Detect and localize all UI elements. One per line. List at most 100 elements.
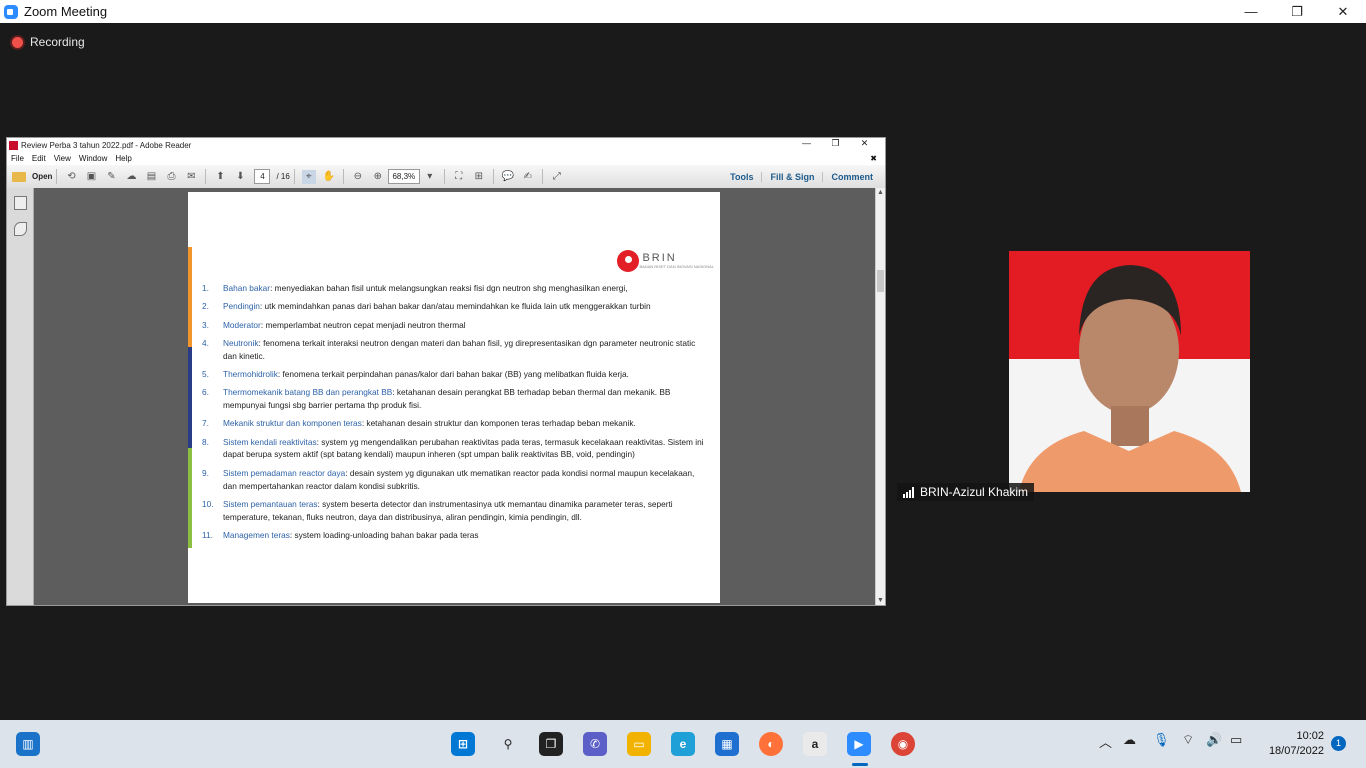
print-icon[interactable]: ⎙	[164, 170, 178, 184]
microphone-icon[interactable]: 🎙	[1153, 732, 1170, 748]
edge-icon[interactable]: e	[671, 732, 695, 756]
list-item-number: 1.	[202, 283, 209, 293]
adobe-minimize-button[interactable]: —	[792, 138, 821, 149]
participant-video[interactable]	[1009, 251, 1250, 492]
document-viewport[interactable]: BRIN BADAN RISET DAN INOVASI NASIONAL 1.…	[34, 188, 878, 605]
list-item-term: Mekanik struktur dan komponen teras	[223, 418, 362, 429]
zoom-in-icon[interactable]: ⊕	[371, 170, 385, 184]
page-thumbnails-icon[interactable]	[14, 196, 27, 210]
list-item-body: Sistem pemadaman reactor daya: desain sy…	[223, 467, 710, 493]
wifi-icon[interactable]: ⌔	[1182, 732, 1194, 748]
pdf-icon	[9, 140, 18, 150]
list-item-body: Sistem pemantauan teras: system beserta …	[223, 498, 710, 524]
open-button[interactable]: Open	[12, 171, 52, 182]
select-tool-icon[interactable]: ⌖	[301, 169, 316, 184]
zoom-app-icon[interactable]: ▶	[847, 732, 871, 756]
list-item: 7. Mekanik struktur dan komponen teras: k…	[202, 417, 710, 430]
attachments-icon[interactable]	[14, 222, 27, 236]
close-button[interactable]: ✕	[1320, 0, 1366, 23]
list-item-body: Pendingin: utk memindahkan panas dari ba…	[223, 300, 651, 313]
fill-sign-pane-button[interactable]: Fill & Sign	[761, 171, 822, 182]
list-item-number: 7.	[202, 418, 209, 429]
menu-view[interactable]: View	[54, 154, 71, 163]
zoom-level-select[interactable]: 68,3%	[387, 169, 420, 184]
firefox-icon[interactable]: ◐	[759, 732, 783, 756]
tools-pane-button[interactable]: Tools	[722, 172, 761, 182]
toolbar-divider	[293, 169, 295, 184]
export-pdf-icon[interactable]: ▣	[84, 170, 98, 184]
minimize-button[interactable]: —	[1228, 0, 1274, 23]
list-item-body: Mekanik struktur dan komponen teras: ket…	[223, 417, 636, 430]
list-item-number: 5.	[202, 368, 209, 379]
system-clock[interactable]: 10:02 18/07/2022	[1262, 729, 1324, 759]
create-pdf-icon[interactable]: ⟲	[64, 170, 78, 184]
adobe-restore-button[interactable]: ❐	[821, 138, 850, 149]
cloud-icon[interactable]: ☁	[124, 170, 138, 184]
menu-help[interactable]: Help	[115, 154, 131, 163]
vertical-scrollbar[interactable]: ▲ ▼	[875, 188, 885, 605]
list-item-body: Managemen teras: system loading-unloadin…	[223, 529, 479, 542]
brin-logo: BRIN BADAN RISET DAN INOVASI NASIONAL	[617, 250, 714, 272]
file-explorer-icon[interactable]: ▭	[627, 732, 651, 756]
toolbar-divider	[541, 169, 543, 184]
amazon-icon[interactable]: a	[803, 732, 827, 756]
list-item: 3. Moderator: memperlambat neutron cepat …	[202, 319, 710, 332]
list-item: 11. Managemen teras: system loading-unloa…	[202, 529, 710, 542]
menu-window[interactable]: Window	[79, 154, 107, 163]
zoom-logo-icon	[4, 4, 18, 19]
hand-tool-icon[interactable]: ✋	[322, 170, 336, 184]
previous-page-icon[interactable]: ⬆	[213, 170, 227, 184]
list-item-term: Neutronik	[223, 337, 259, 348]
comment-icon[interactable]: 💬	[501, 170, 515, 184]
search-icon[interactable]: ⚲	[496, 732, 520, 756]
task-view-icon[interactable]: ❐	[539, 732, 563, 756]
list-item-term: Pendingin	[223, 301, 260, 312]
notification-badge[interactable]: 1	[1331, 736, 1346, 751]
list-item: 8. Sistem kendali reaktivitas: system yg …	[202, 436, 710, 462]
close-document-icon[interactable]: ✖	[870, 154, 877, 163]
page-number-input[interactable]: 4	[254, 169, 271, 184]
zoom-out-icon[interactable]: ⊖	[351, 170, 365, 184]
fit-page-icon[interactable]: ⛶	[452, 170, 466, 184]
full-screen-icon[interactable]: ⤢	[550, 170, 564, 184]
adobe-close-button[interactable]: ✕	[850, 138, 879, 149]
adobe-toolbar: Open ⟲ ▣ ✎ ☁ ▤ ⎙ ✉ ⬆ ⬇ 4 / 16 ⌖ ✋ ⊖ ⊕ 68…	[7, 165, 885, 189]
maximize-button[interactable]: ❐	[1274, 0, 1320, 23]
scroll-down-icon[interactable]: ▼	[876, 597, 885, 604]
battery-icon[interactable]: ▭	[1230, 732, 1242, 748]
start-icon[interactable]: ⊞	[451, 732, 475, 756]
list-item-term: Thermohidrolik	[223, 368, 278, 379]
list-item-number: 4.	[202, 337, 209, 348]
save-icon[interactable]: ▤	[144, 170, 158, 184]
scroll-up-icon[interactable]: ▲	[876, 189, 885, 196]
list-item-text: : system loading-unloading bahan bakar p…	[289, 529, 479, 540]
edit-icon[interactable]: ✎	[104, 170, 118, 184]
adobe-titlebar: Review Perba 3 tahun 2022.pdf - Adobe Re…	[7, 138, 885, 152]
comment-pane-button[interactable]: Comment	[822, 171, 881, 182]
list-item-term: Moderator	[223, 319, 261, 330]
zoom-active-indicator	[852, 763, 868, 766]
list-item-term: Bahan bakar	[223, 283, 271, 293]
volume-icon[interactable]: 🔊	[1206, 732, 1222, 748]
list-item-number: 9.	[202, 467, 209, 478]
chat-icon[interactable]: ✆	[583, 732, 607, 756]
fit-width-icon[interactable]: ⊞	[472, 170, 486, 184]
menu-edit[interactable]: Edit	[32, 154, 46, 163]
scroll-thumb[interactable]	[877, 270, 884, 292]
zoom-dropdown-icon[interactable]: ▾	[423, 170, 437, 184]
onedrive-cloud-icon[interactable]: ☁	[1123, 732, 1136, 748]
highlight-icon[interactable]: ✍	[521, 170, 535, 184]
show-hidden-icons-chevron-icon[interactable]: ︿	[1099, 732, 1112, 751]
chrome-icon[interactable]: ◉	[891, 732, 915, 756]
connection-signal-icon	[903, 486, 915, 498]
list-item-text: : ketahanan desain struktur dan komponen…	[361, 418, 636, 429]
menu-file[interactable]: File	[11, 154, 24, 163]
brin-logo-subtext: BADAN RISET DAN INOVASI NASIONAL	[639, 264, 714, 269]
store-icon[interactable]: ▦	[715, 732, 739, 756]
recording-indicator[interactable]: Recording	[12, 35, 85, 49]
email-icon[interactable]: ✉	[184, 170, 198, 184]
next-page-icon[interactable]: ⬇	[233, 170, 247, 184]
widgets-icon[interactable]: ▥	[16, 732, 40, 756]
record-icon	[12, 36, 23, 48]
blue-accent-bar	[188, 347, 192, 448]
